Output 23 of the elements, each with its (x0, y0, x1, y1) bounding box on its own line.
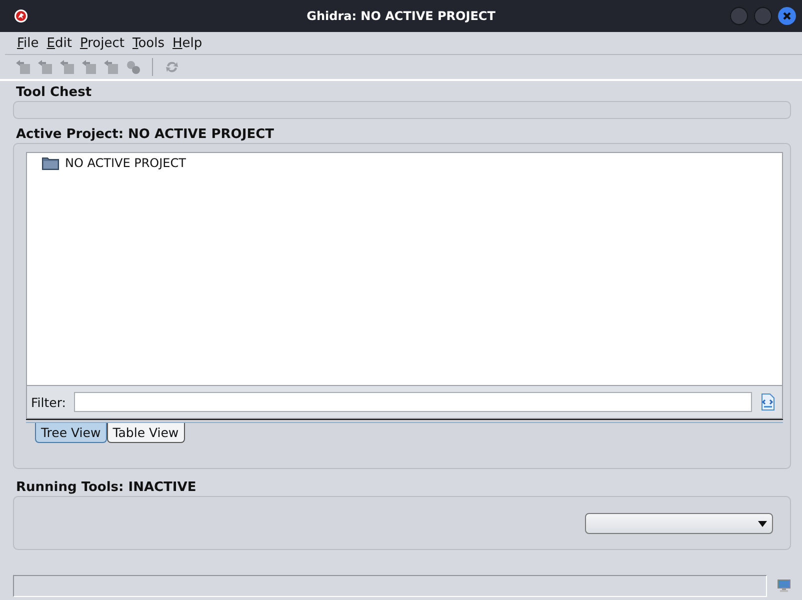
filter-label: Filter: (31, 394, 66, 410)
tool-dropdown[interactable] (585, 512, 773, 534)
menu-item[interactable]: Edit (46, 36, 72, 50)
tree-node[interactable]: NO ACTIVE PROJECT (42, 156, 767, 170)
app-logo-icon (14, 9, 28, 23)
menu-item[interactable]: File (17, 36, 39, 50)
monitor-icon (777, 579, 791, 593)
maximize-button[interactable] (754, 7, 772, 25)
section-title: Active Project: NO ACTIVE PROJECT (16, 127, 275, 142)
view-tab[interactable]: Table View (106, 423, 185, 443)
minimize-button[interactable] (730, 7, 748, 25)
menu-item[interactable]: Tools (132, 36, 164, 50)
window-title: Ghidra: NO ACTIVE PROJECT (306, 9, 496, 23)
menu-item[interactable]: Help (172, 36, 202, 50)
document-icon[interactable] (760, 393, 776, 411)
close-button[interactable] (778, 7, 796, 25)
filter-field[interactable] (74, 392, 752, 412)
section-title: Tool Chest (16, 85, 93, 100)
folder-icon (42, 156, 59, 170)
section-title: Running Tools: INACTIVE (16, 480, 198, 495)
menu-item[interactable]: Project (80, 36, 124, 50)
view-tab[interactable]: Tree View (35, 423, 107, 443)
dropdown-arrow-icon (758, 520, 767, 526)
